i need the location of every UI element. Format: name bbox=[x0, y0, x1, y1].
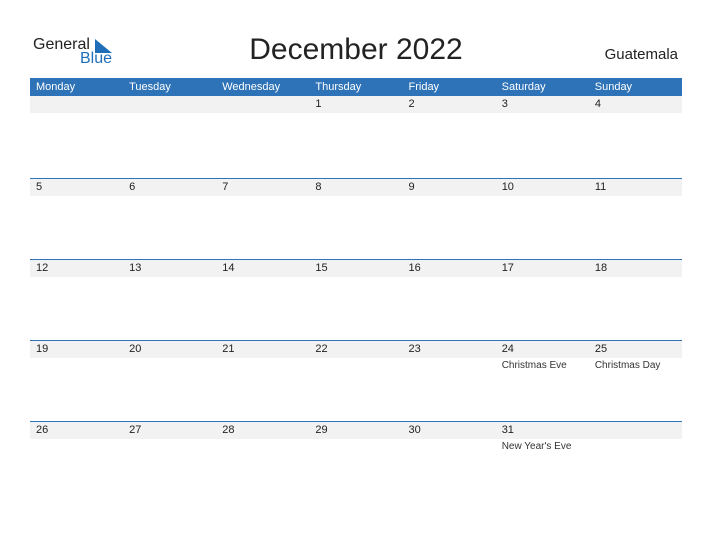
day-number: 31 bbox=[501, 424, 514, 436]
day-cell: 8 bbox=[309, 179, 402, 260]
day-number: 17 bbox=[501, 262, 514, 274]
week-row: 19 20 21 22 23 24 Christmas Eve 25 Christmas Day bbox=[30, 340, 682, 422]
day-number: 26 bbox=[36, 424, 49, 436]
day-number: 7 bbox=[222, 181, 229, 193]
day-cell: 5 bbox=[30, 179, 123, 260]
day-cell: 3 bbox=[496, 96, 589, 177]
day-number: 22 bbox=[315, 343, 328, 355]
day-cell: 28 bbox=[216, 422, 309, 503]
weekday-saturday: Saturday bbox=[501, 81, 546, 93]
country-label: Guatemala bbox=[604, 46, 678, 63]
day-cell bbox=[123, 96, 216, 177]
day-number: 20 bbox=[129, 343, 142, 355]
day-number: 12 bbox=[36, 262, 49, 274]
day-number: 24 bbox=[501, 343, 514, 355]
week-row: 1 2 3 4 bbox=[30, 96, 682, 177]
day-cell: 18 bbox=[589, 260, 682, 341]
day-cell: 24 Christmas Eve bbox=[496, 341, 589, 422]
day-cell: 7 bbox=[216, 179, 309, 260]
day-number: 30 bbox=[408, 424, 421, 436]
weekday-monday: Monday bbox=[36, 81, 76, 93]
holiday-label: New Year's Eve bbox=[501, 441, 572, 452]
weekday-wednesday: Wednesday bbox=[222, 81, 281, 93]
day-number: 21 bbox=[222, 343, 235, 355]
week-row: 5 6 7 8 9 10 11 bbox=[30, 178, 682, 260]
day-number: 16 bbox=[408, 262, 421, 274]
day-cell: 17 bbox=[496, 260, 589, 341]
day-cell: 25 Christmas Day bbox=[589, 341, 682, 422]
week-row: 26 27 28 29 30 31 New Year's Eve bbox=[30, 421, 682, 503]
weekday-thursday: Thursday bbox=[315, 81, 362, 93]
day-number: 18 bbox=[594, 262, 608, 274]
day-cell: 1 bbox=[309, 96, 402, 177]
day-number: 14 bbox=[222, 262, 235, 274]
day-number: 27 bbox=[129, 424, 142, 436]
day-cell: 13 bbox=[123, 260, 216, 341]
day-cell: 29 bbox=[309, 422, 402, 503]
day-cell: 27 bbox=[123, 422, 216, 503]
day-number: 25 bbox=[594, 343, 608, 355]
day-number: 10 bbox=[501, 181, 514, 193]
day-cell: 4 bbox=[589, 96, 682, 177]
day-number: 5 bbox=[36, 181, 43, 193]
day-cell: 6 bbox=[123, 179, 216, 260]
day-number: 8 bbox=[315, 181, 322, 193]
day-cell: 16 bbox=[403, 260, 496, 341]
day-number: 4 bbox=[594, 98, 601, 110]
day-number: 11 bbox=[594, 181, 607, 193]
day-number: 6 bbox=[129, 181, 136, 193]
day-number: 3 bbox=[501, 98, 508, 110]
day-number: 15 bbox=[315, 262, 328, 274]
day-number: 29 bbox=[315, 424, 328, 436]
day-cell: 14 bbox=[216, 260, 309, 341]
day-cell bbox=[30, 96, 123, 177]
week-row: 12 13 14 15 16 17 18 bbox=[30, 259, 682, 341]
day-cell bbox=[216, 96, 309, 177]
day-number: 1 bbox=[315, 98, 322, 110]
day-cell: 19 bbox=[30, 341, 123, 422]
day-number: 13 bbox=[129, 262, 142, 274]
day-cell: 22 bbox=[309, 341, 402, 422]
weekday-tuesday: Tuesday bbox=[129, 81, 171, 93]
day-cell bbox=[589, 422, 682, 503]
day-number: 28 bbox=[222, 424, 235, 436]
holiday-label: Christmas Day bbox=[594, 360, 661, 371]
day-cell: 10 bbox=[496, 179, 589, 260]
day-cell: 30 bbox=[403, 422, 496, 503]
day-cell: 26 bbox=[30, 422, 123, 503]
day-cell: 20 bbox=[123, 341, 216, 422]
day-cell: 12 bbox=[30, 260, 123, 341]
day-cell: 11 bbox=[589, 179, 682, 260]
day-cell: 2 bbox=[403, 96, 496, 177]
day-cell: 23 bbox=[403, 341, 496, 422]
holiday-label: Christmas Eve bbox=[501, 360, 567, 371]
weekday-friday: Friday bbox=[408, 81, 440, 93]
day-cell: 31 New Year's Eve bbox=[496, 422, 589, 503]
day-cell: 21 bbox=[216, 341, 309, 422]
day-number: 23 bbox=[408, 343, 421, 355]
day-number: 2 bbox=[408, 98, 415, 110]
day-number: 19 bbox=[36, 343, 49, 355]
day-cell: 15 bbox=[309, 260, 402, 341]
weekday-header: Monday Tuesday Wednesday Thursday Friday Satu… bbox=[30, 78, 682, 96]
day-number: 9 bbox=[408, 181, 415, 193]
day-cell: 9 bbox=[403, 179, 496, 260]
weekday-sunday: Sunday bbox=[594, 81, 633, 93]
